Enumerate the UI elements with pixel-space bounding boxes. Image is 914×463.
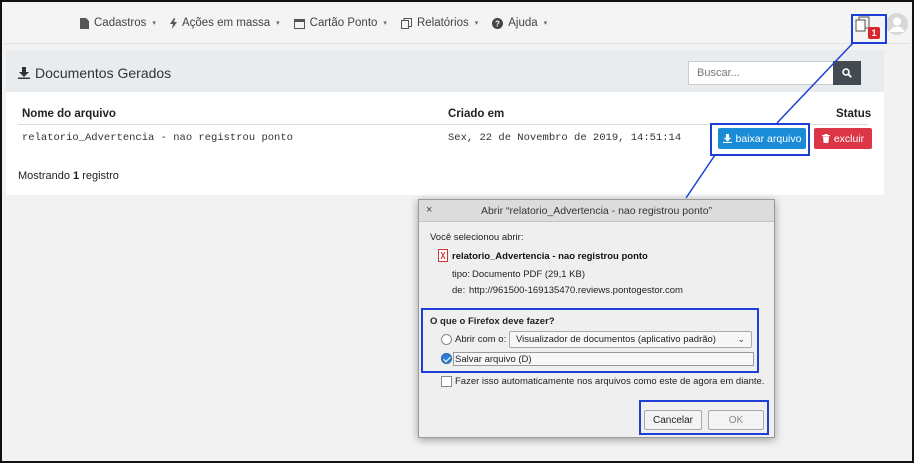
caret-down-icon: ▾ [543, 20, 548, 27]
caret-down-icon: ▾ [474, 20, 479, 27]
highlight-download-button [710, 123, 810, 156]
column-header-created: Criado em [448, 108, 505, 120]
nav-label-cartao: Cartão Ponto [309, 17, 378, 29]
dialog-title: Abrir “relatorio_Advertencia - nao regis… [480, 205, 713, 217]
search-icon [842, 68, 852, 78]
caret-down-icon: ▾ [152, 20, 156, 27]
search-input[interactable] [688, 61, 833, 85]
highlight-action-options [421, 308, 759, 373]
delete-label: excluir [833, 132, 865, 145]
nav-item-ajuda[interactable]: ? Ajuda ▾ [492, 17, 547, 29]
copy-icon [400, 17, 412, 29]
nav-item-relatorios[interactable]: Relatórios ▾ [400, 17, 479, 29]
from-value: http://961500-169135470.reviews.pontoges… [469, 285, 683, 296]
showing-prefix: Mostrando [18, 170, 74, 182]
nav-menu: Cadastros ▾ Ações em massa ▾ Cartão Pont… [80, 17, 547, 29]
auto-action-checkbox[interactable] [441, 376, 452, 387]
user-avatar[interactable] [886, 13, 908, 35]
dialog-file-name: relatorio_Advertencia - nao registrou po… [452, 251, 648, 262]
records-count: Mostrando 1 registro [18, 170, 119, 182]
calendar-icon [293, 18, 305, 29]
svg-text:?: ? [495, 19, 500, 28]
nav-label-relatorios: Relatórios [416, 17, 469, 29]
cell-file-name: relatorio_Advertencia - nao registrou po… [22, 132, 293, 144]
caret-down-icon: ▾ [276, 20, 280, 27]
page-title: Documentos Gerados [18, 65, 171, 81]
dialog-intro: Você selecionou abrir: [430, 232, 524, 243]
trash-icon [821, 134, 830, 143]
column-header-status: Status [836, 108, 872, 120]
highlight-notification [851, 14, 887, 44]
nav-label-ajuda: Ajuda [508, 17, 538, 29]
screen-frame: Cadastros ▾ Ações em massa ▾ Cartão Pont… [0, 0, 914, 463]
search-button[interactable] [833, 61, 861, 85]
auto-action-label: Fazer isso automaticamente nos arquivos … [455, 376, 765, 387]
nav-label-cadastros: Cadastros [94, 17, 147, 29]
highlight-dialog-buttons [639, 400, 769, 435]
page-title-text: Documentos Gerados [35, 65, 172, 81]
cell-created-at: Sex, 22 de Novembro de 2019, 14:51:14 [448, 132, 682, 144]
delete-file-button[interactable]: excluir [814, 128, 872, 149]
file-icon [80, 17, 89, 29]
card-header: Documentos Gerados [6, 50, 884, 92]
column-header-name: Nome do arquivo [22, 108, 116, 120]
nav-label-acoes: Ações em massa [181, 17, 271, 29]
showing-suffix: registro [79, 170, 119, 182]
top-navbar: Cadastros ▾ Ações em massa ▾ Cartão Pont… [4, 4, 910, 44]
nav-item-acoes-em-massa[interactable]: Ações em massa ▾ [169, 17, 280, 29]
nav-item-cadastros[interactable]: Cadastros ▾ [80, 17, 156, 29]
caret-down-icon: ▾ [383, 20, 387, 27]
type-value: Documento PDF (29,1 KB) [472, 269, 585, 280]
download-icon [18, 67, 30, 79]
bolt-icon [169, 17, 177, 29]
nav-item-cartao-ponto[interactable]: Cartão Ponto ▾ [293, 17, 387, 29]
type-label: tipo: [452, 269, 470, 280]
question-icon: ? [492, 17, 504, 29]
from-label: de: [452, 285, 466, 296]
user-icon [886, 13, 908, 35]
pdf-file-icon [438, 249, 448, 262]
dialog-titlebar: × Abrir “relatorio_Advertencia - nao reg… [419, 200, 774, 222]
